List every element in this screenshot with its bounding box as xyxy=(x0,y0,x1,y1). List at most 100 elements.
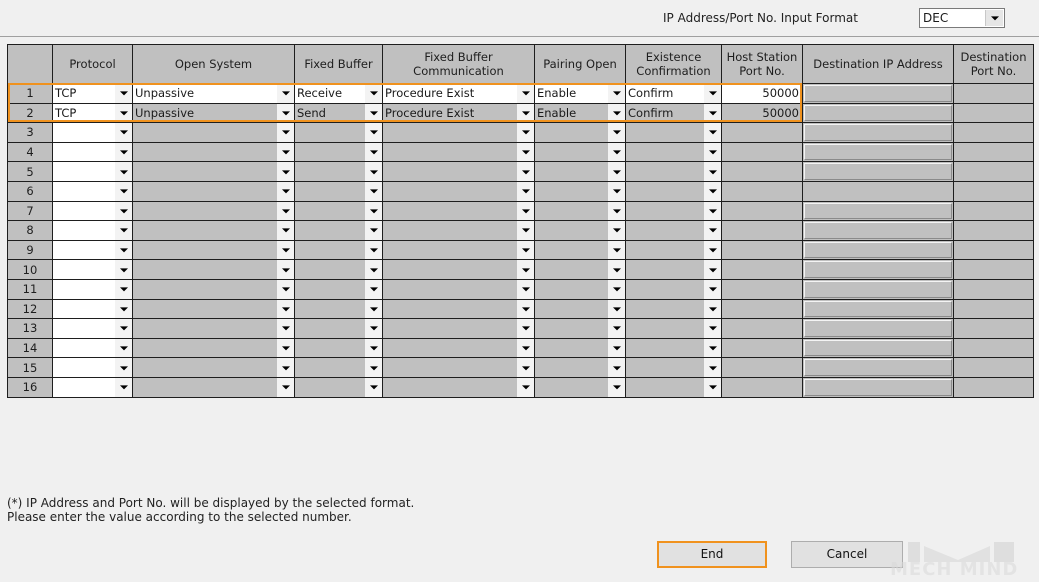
destination-port-input[interactable] xyxy=(953,180,1034,202)
existence-confirmation-combo[interactable] xyxy=(627,143,721,161)
open-system-combo[interactable]: Unpassive xyxy=(134,84,294,103)
row-number[interactable]: 14 xyxy=(7,337,53,359)
destination-port-input[interactable] xyxy=(953,102,1034,124)
open-system-combo-cell[interactable] xyxy=(132,278,295,300)
destination-ip-field[interactable] xyxy=(804,261,952,278)
protocol-combo-cell[interactable] xyxy=(52,220,133,241)
existence-confirmation-combo-cell[interactable] xyxy=(625,180,722,202)
pairing-open-combo[interactable] xyxy=(536,260,625,279)
row-number[interactable]: 7 xyxy=(7,200,53,222)
fixed-buffer-communication-combo[interactable] xyxy=(384,162,534,181)
dropdown-button[interactable] xyxy=(115,202,132,220)
pairing-open-combo[interactable] xyxy=(536,162,625,181)
protocol-combo-cell[interactable] xyxy=(52,161,133,182)
pairing-open-combo-cell[interactable] xyxy=(534,220,626,241)
dropdown-button[interactable] xyxy=(365,280,382,299)
fixed-buffer-combo[interactable] xyxy=(296,221,382,240)
destination-ip-input[interactable] xyxy=(802,180,954,202)
fixed-buffer-communication-combo-cell[interactable] xyxy=(382,357,535,378)
protocol-combo[interactable] xyxy=(54,182,132,201)
destination-ip-field[interactable] xyxy=(804,222,952,239)
fixed-buffer-combo-cell[interactable] xyxy=(294,259,383,280)
dropdown-button[interactable] xyxy=(115,378,132,397)
destination-port-input[interactable] xyxy=(953,239,1034,261)
dropdown-button[interactable] xyxy=(115,241,132,259)
dropdown-button[interactable] xyxy=(365,104,382,122)
row-number[interactable]: 13 xyxy=(7,318,53,339)
dropdown-button[interactable] xyxy=(115,182,132,201)
destination-port-input[interactable] xyxy=(953,83,1034,104)
dropdown-button[interactable] xyxy=(608,280,625,299)
fixed-buffer-communication-combo[interactable] xyxy=(384,358,534,377)
dropdown-button[interactable] xyxy=(517,123,534,142)
dropdown-button[interactable] xyxy=(704,162,721,181)
row-number[interactable]: 16 xyxy=(7,376,53,398)
open-system-combo-cell[interactable] xyxy=(132,141,295,163)
fixed-buffer-combo[interactable] xyxy=(296,358,382,377)
open-system-combo[interactable]: Unpassive xyxy=(134,104,294,122)
existence-confirmation-combo[interactable] xyxy=(627,280,721,299)
open-system-combo[interactable] xyxy=(134,143,294,161)
pairing-open-combo-cell[interactable] xyxy=(534,239,626,261)
protocol-combo[interactable] xyxy=(54,162,132,181)
existence-confirmation-combo[interactable] xyxy=(627,300,721,318)
fixed-buffer-communication-combo[interactable] xyxy=(384,182,534,201)
pairing-open-combo-cell[interactable] xyxy=(534,337,626,359)
row-number[interactable]: 1 xyxy=(7,83,53,104)
host-station-port-input[interactable] xyxy=(721,337,803,359)
row-number[interactable]: 2 xyxy=(7,102,53,124)
fixed-buffer-combo[interactable] xyxy=(296,300,382,318)
dropdown-button[interactable] xyxy=(608,104,625,122)
dropdown-button[interactable] xyxy=(365,378,382,397)
fixed-buffer-communication-combo[interactable] xyxy=(384,280,534,299)
dropdown-button[interactable] xyxy=(517,162,534,181)
open-system-combo-cell[interactable] xyxy=(132,298,295,320)
fixed-buffer-combo-cell[interactable] xyxy=(294,200,383,222)
dropdown-button[interactable] xyxy=(704,280,721,299)
dropdown-button[interactable] xyxy=(277,339,294,357)
fixed-buffer-combo-cell[interactable]: Send xyxy=(294,102,383,124)
destination-port-input[interactable] xyxy=(953,278,1034,300)
dropdown-button[interactable] xyxy=(277,162,294,181)
existence-confirmation-combo-cell[interactable] xyxy=(625,337,722,359)
existence-confirmation-combo[interactable] xyxy=(627,182,721,201)
dropdown-button[interactable] xyxy=(277,84,294,103)
protocol-combo[interactable] xyxy=(54,280,132,299)
protocol-combo[interactable] xyxy=(54,260,132,279)
dropdown-button[interactable] xyxy=(608,123,625,142)
dropdown-button[interactable] xyxy=(608,319,625,338)
protocol-combo-cell[interactable] xyxy=(52,357,133,378)
protocol-combo[interactable] xyxy=(54,143,132,161)
open-system-combo[interactable] xyxy=(134,260,294,279)
fixed-buffer-combo[interactable] xyxy=(296,378,382,397)
fixed-buffer-communication-combo[interactable] xyxy=(384,143,534,161)
dropdown-button[interactable] xyxy=(365,221,382,240)
host-station-port-input[interactable] xyxy=(721,141,803,163)
destination-ip-field[interactable] xyxy=(804,300,952,318)
fixed-buffer-combo-cell[interactable] xyxy=(294,180,383,202)
dropdown-button[interactable] xyxy=(704,300,721,318)
dropdown-button[interactable] xyxy=(517,104,534,122)
protocol-combo[interactable] xyxy=(54,339,132,357)
dropdown-button[interactable] xyxy=(608,84,625,103)
destination-ip-field[interactable] xyxy=(804,163,952,180)
dropdown-button[interactable] xyxy=(277,143,294,161)
protocol-combo-cell[interactable] xyxy=(52,122,133,143)
row-number[interactable]: 12 xyxy=(7,298,53,320)
destination-ip-input[interactable] xyxy=(802,141,954,163)
destination-port-input[interactable] xyxy=(953,141,1034,163)
pairing-open-combo[interactable]: Enable xyxy=(536,84,625,103)
dropdown-button[interactable] xyxy=(704,319,721,338)
destination-ip-field[interactable] xyxy=(804,85,952,102)
open-system-combo[interactable] xyxy=(134,123,294,142)
protocol-combo[interactable] xyxy=(54,300,132,318)
dropdown-button[interactable] xyxy=(365,241,382,259)
existence-confirmation-combo-cell[interactable] xyxy=(625,220,722,241)
fixed-buffer-communication-combo[interactable] xyxy=(384,202,534,220)
pairing-open-combo[interactable] xyxy=(536,143,625,161)
dropdown-button[interactable] xyxy=(115,319,132,338)
fixed-buffer-combo-cell[interactable]: Receive xyxy=(294,83,383,104)
dropdown-button[interactable] xyxy=(277,300,294,318)
host-station-port-input[interactable] xyxy=(721,357,803,378)
dropdown-button[interactable] xyxy=(704,339,721,357)
